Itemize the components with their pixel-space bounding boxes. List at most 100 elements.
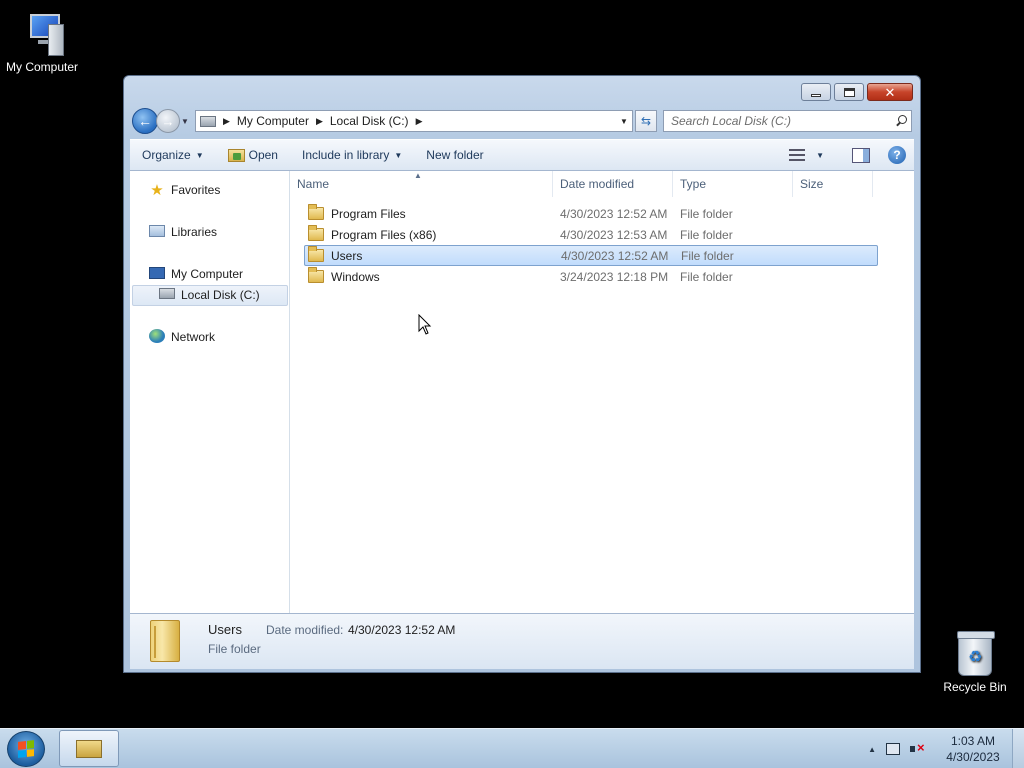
column-header-name[interactable]: ▲ Name <box>290 171 553 197</box>
nav-item-label: Local Disk (C:) <box>181 288 260 302</box>
network-icon <box>149 328 165 343</box>
minimize-button[interactable] <box>801 83 831 101</box>
taskbar: ▲ 1:03 AM 4/30/2023 <box>0 728 1024 768</box>
new-folder-button[interactable]: New folder <box>414 140 495 170</box>
nav-item-network[interactable]: Network <box>148 327 215 347</box>
file-date: 4/30/2023 12:53 AM <box>560 227 668 242</box>
change-view-button[interactable]: ▼ <box>777 149 836 161</box>
clock-date: 4/30/2023 <box>946 750 1000 764</box>
file-type: File folder <box>680 206 733 221</box>
nav-item-my-computer[interactable]: My Computer <box>148 264 243 284</box>
file-name: Users <box>331 248 363 263</box>
search-box[interactable] <box>663 110 912 132</box>
organize-menu[interactable]: Organize ▼ <box>130 140 216 170</box>
nav-item-local-disk[interactable]: Local Disk (C:) <box>158 285 260 305</box>
folder-icon <box>308 267 324 283</box>
column-header-size[interactable]: Size <box>793 171 873 197</box>
file-row-users[interactable]: Users 4/30/2023 12:52 AM File folder <box>304 245 878 266</box>
preview-pane-button[interactable] <box>852 147 870 163</box>
file-type: File folder <box>680 269 733 284</box>
navigation-pane: ★ Favorites Libraries My Computer Local … <box>130 171 290 613</box>
column-header-type[interactable]: Type <box>673 171 793 197</box>
column-label: Name <box>297 177 330 191</box>
file-rows: Program Files 4/30/2023 12:52 AM File fo… <box>290 203 914 287</box>
windows-logo-icon <box>18 740 34 758</box>
show-desktop-button[interactable] <box>1012 729 1024 768</box>
details-item-type: File folder <box>208 642 261 656</box>
recycle-bin-icon <box>951 630 999 678</box>
command-bar: Organize ▼ Open Include in library ▼ New f… <box>130 139 914 171</box>
clock-time: 1:03 AM <box>950 734 996 748</box>
recycle-bin-desktop-icon[interactable]: Recycle Bin <box>933 630 1017 694</box>
clock[interactable]: 1:03 AM 4/30/2023 <box>938 733 1008 765</box>
column-label: Date modified <box>560 177 635 191</box>
back-arrow-icon: ← <box>138 113 152 129</box>
explorer-icon <box>76 739 102 758</box>
details-pane: Users File folder Date modified: 4/30/20… <box>130 613 914 669</box>
folder-icon <box>308 204 324 220</box>
taskbar-explorer-button[interactable] <box>59 730 119 767</box>
folder-icon <box>308 225 324 241</box>
address-history-dropdown[interactable]: ▼ <box>616 117 632 126</box>
file-date: 4/30/2023 12:52 AM <box>560 206 668 221</box>
recent-pages-dropdown[interactable]: ▼ <box>181 117 191 126</box>
search-input[interactable] <box>671 114 871 128</box>
system-tray: ▲ 1:03 AM 4/30/2023 <box>868 729 1008 768</box>
file-list: ▲ Name Date modified Type Size Program F… <box>290 171 914 613</box>
explorer-body: ★ Favorites Libraries My Computer Local … <box>130 171 914 613</box>
folder-icon <box>308 246 324 262</box>
explorer-window: ✕ ← → ▼ ▶ My Computer ▶ Local Disk (C:) … <box>123 75 921 673</box>
drive-icon <box>200 115 216 127</box>
show-hidden-icons-button[interactable]: ▲ <box>868 745 876 754</box>
forward-button[interactable]: → <box>156 109 180 133</box>
drive-icon <box>159 288 175 299</box>
breadcrumb-local-disk[interactable]: Local Disk (C:) <box>330 114 409 128</box>
details-date-value: 4/30/2023 12:52 AM <box>348 623 456 637</box>
column-label: Size <box>800 177 824 191</box>
refresh-icon: ⇆ <box>640 114 652 128</box>
open-button[interactable]: Open <box>216 140 290 170</box>
organize-label: Organize <box>142 148 191 162</box>
address-bar[interactable]: ▶ My Computer ▶ Local Disk (C:) ▶ ▼ <box>195 110 633 132</box>
file-date: 4/30/2023 12:52 AM <box>561 248 669 263</box>
refresh-button[interactable]: ⇆ <box>635 110 657 132</box>
my-computer-desktop-icon[interactable]: My Computer <box>0 10 84 74</box>
file-name: Program Files <box>331 206 406 221</box>
breadcrumb-my-computer[interactable]: My Computer <box>237 114 309 128</box>
file-row-program-files-x86[interactable]: Program Files (x86) 4/30/2023 12:53 AM F… <box>290 224 914 245</box>
chevron-right-icon[interactable]: ▶ <box>223 116 230 127</box>
column-label: Type <box>680 177 707 191</box>
close-button[interactable]: ✕ <box>867 83 913 101</box>
nav-item-favorites[interactable]: ★ Favorites <box>148 180 220 200</box>
help-icon[interactable]: ? <box>888 146 906 164</box>
computer-icon <box>18 10 66 58</box>
network-status-icon[interactable] <box>886 743 900 755</box>
file-row-windows[interactable]: Windows 3/24/2023 12:18 PM File folder <box>290 266 914 287</box>
file-row-program-files[interactable]: Program Files 4/30/2023 12:52 AM File fo… <box>290 203 914 224</box>
mouse-cursor-icon <box>418 314 432 335</box>
minimize-icon <box>811 93 821 97</box>
nav-item-libraries[interactable]: Libraries <box>148 222 217 242</box>
chevron-right-icon[interactable]: ▶ <box>416 116 423 127</box>
chevron-down-icon: ▼ <box>195 150 204 160</box>
maximize-button[interactable] <box>834 83 864 101</box>
start-button[interactable] <box>7 731 45 767</box>
library-icon <box>149 224 165 237</box>
file-name: Program Files (x86) <box>331 227 437 242</box>
volume-muted-icon[interactable] <box>910 740 925 755</box>
nav-item-label: Favorites <box>171 183 221 197</box>
include-in-library-menu[interactable]: Include in library ▼ <box>290 140 414 170</box>
new-folder-label: New folder <box>426 148 484 162</box>
my-computer-label: My Computer <box>5 60 79 74</box>
file-date: 3/24/2023 12:18 PM <box>560 269 669 284</box>
forward-arrow-icon: → <box>161 113 175 129</box>
search-icon[interactable] <box>893 114 911 128</box>
file-type: File folder <box>681 248 734 263</box>
details-date-label: Date modified: <box>266 623 344 637</box>
open-label: Open <box>248 148 278 162</box>
column-header-date-modified[interactable]: Date modified <box>553 171 673 197</box>
computer-icon <box>149 266 165 279</box>
chevron-right-icon[interactable]: ▶ <box>316 116 323 127</box>
back-button[interactable]: ← <box>132 108 158 134</box>
close-icon: ✕ <box>884 84 896 100</box>
